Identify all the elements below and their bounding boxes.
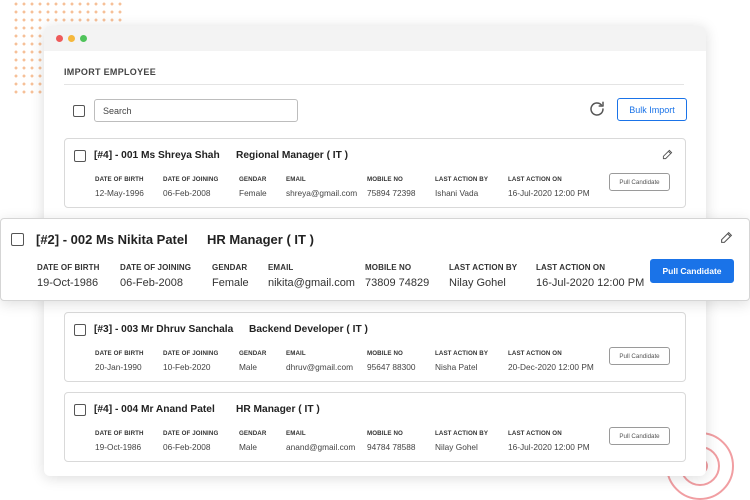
gender-label: GENDAR [239, 430, 267, 437]
bulk-import-button[interactable]: Bulk Import [617, 98, 687, 121]
select-all-checkbox[interactable] [73, 105, 85, 117]
employee-title: [#3] - 003 Mr Dhruv Sanchala [94, 324, 234, 335]
employee-checkbox[interactable] [74, 404, 86, 416]
mobile-value: 75894 72398 [367, 188, 416, 198]
dob-value: 12-May-1996 [95, 188, 144, 198]
pull-candidate-button[interactable]: Pull Candidate [609, 347, 670, 365]
last-action-by-value: Nilay Gohel [435, 442, 478, 452]
gender-value: Male [239, 442, 257, 452]
last-action-by-label: LAST ACTION BY [435, 350, 489, 357]
last-action-on-value: 16-Jul-2020 12:00 PM [508, 188, 590, 198]
employee-card: [#4] - 004 Mr Anand Patel HR Manager ( I… [64, 392, 686, 462]
employee-role: HR Manager ( IT ) [207, 232, 314, 247]
close-window-dot[interactable] [56, 35, 63, 42]
email-value: shreya@gmail.com [286, 188, 358, 198]
gender-value: Female [212, 277, 249, 289]
last-action-on-label: LAST ACTION ON [536, 263, 606, 272]
employee-title: [#4] - 001 Ms Shreya Shah [94, 150, 220, 161]
last-action-by-label: LAST ACTION BY [435, 176, 489, 183]
mobile-label: MOBILE NO [367, 176, 403, 183]
minimize-window-dot[interactable] [68, 35, 75, 42]
pencil-icon[interactable] [720, 231, 733, 244]
dob-label: DATE OF BIRTH [95, 430, 144, 437]
mobile-label: MOBILE NO [365, 263, 412, 272]
gender-value: Male [239, 362, 257, 372]
dob-label: DATE OF BIRTH [37, 263, 100, 272]
pencil-icon[interactable] [662, 149, 673, 160]
last-action-on-label: LAST ACTION ON [508, 430, 562, 437]
employee-role: Regional Manager ( IT ) [236, 150, 349, 161]
last-action-on-value: 16-Jul-2020 12:00 PM [508, 442, 590, 452]
dob-value: 19-Oct-1986 [37, 277, 99, 289]
dob-value: 20-Jan-1990 [95, 362, 142, 372]
doj-label: DATE OF JOINING [163, 176, 219, 183]
last-action-by-label: LAST ACTION BY [435, 430, 489, 437]
divider [64, 84, 684, 85]
doj-value: 10-Feb-2020 [163, 362, 211, 372]
last-action-by-value: Ishani Vada [435, 188, 479, 198]
employee-title: [#4] - 004 Mr Anand Patel [94, 404, 215, 415]
gender-value: Female [239, 188, 267, 198]
mobile-value: 94784 78588 [367, 442, 416, 452]
employee-role: Backend Developer ( IT ) [249, 324, 368, 335]
last-action-by-value: Nisha Patel [435, 362, 478, 372]
gender-label: GENDAR [212, 263, 248, 272]
employee-card-highlighted: [#2] - 002 Ms Nikita Patel HR Manager ( … [0, 218, 750, 301]
employee-checkbox[interactable] [11, 233, 24, 246]
page-title: IMPORT EMPLOYEE [64, 67, 157, 77]
doj-label: DATE OF JOINING [120, 263, 192, 272]
search-input[interactable] [95, 100, 297, 121]
employee-title: [#2] - 002 Ms Nikita Patel [36, 232, 188, 247]
last-action-on-label: LAST ACTION ON [508, 350, 562, 357]
dob-label: DATE OF BIRTH [95, 176, 144, 183]
pull-candidate-button[interactable]: Pull Candidate [650, 259, 734, 283]
email-label: EMAIL [286, 430, 306, 437]
doj-label: DATE OF JOINING [163, 430, 219, 437]
pull-candidate-button[interactable]: Pull Candidate [609, 427, 670, 445]
employee-card: [#4] - 001 Ms Shreya Shah Regional Manag… [64, 138, 686, 208]
email-label: EMAIL [286, 176, 306, 183]
last-action-on-value: 16-Jul-2020 12:00 PM [536, 277, 645, 289]
employee-checkbox[interactable] [74, 150, 86, 162]
email-label: EMAIL [286, 350, 306, 357]
last-action-by-value: Nilay Gohel [449, 277, 506, 289]
mobile-label: MOBILE NO [367, 350, 403, 357]
gender-label: GENDAR [239, 176, 267, 183]
email-value: dhruv@gmail.com [286, 362, 353, 372]
window-titlebar [44, 26, 706, 51]
doj-value: 06-Feb-2008 [163, 188, 211, 198]
last-action-by-label: LAST ACTION BY [449, 263, 518, 272]
doj-value: 06-Feb-2008 [163, 442, 211, 452]
employee-role: HR Manager ( IT ) [236, 404, 320, 415]
last-action-on-label: LAST ACTION ON [508, 176, 562, 183]
mobile-value: 73809 74829 [365, 277, 430, 289]
mobile-value: 95647 88300 [367, 362, 416, 372]
gender-label: GENDAR [239, 350, 267, 357]
dob-label: DATE OF BIRTH [95, 350, 144, 357]
employee-checkbox[interactable] [74, 324, 86, 336]
zoom-window-dot[interactable] [80, 35, 87, 42]
pull-candidate-button[interactable]: Pull Candidate [609, 173, 670, 191]
mobile-label: MOBILE NO [367, 430, 403, 437]
doj-label: DATE OF JOINING [163, 350, 219, 357]
screen: IMPORT EMPLOYEE Bulk Import [#4] - 001 M… [0, 0, 750, 500]
doj-value: 06-Feb-2008 [120, 277, 183, 289]
email-value: anand@gmail.com [286, 442, 356, 452]
refresh-icon[interactable] [588, 100, 606, 118]
dob-value: 19-Oct-1986 [95, 442, 142, 452]
email-label: EMAIL [268, 263, 294, 272]
last-action-on-value: 20-Dec-2020 12:00 PM [508, 362, 594, 372]
search-box[interactable] [94, 99, 298, 122]
email-value: nikita@gmail.com [268, 277, 355, 289]
employee-card: [#3] - 003 Mr Dhruv Sanchala Backend Dev… [64, 312, 686, 382]
